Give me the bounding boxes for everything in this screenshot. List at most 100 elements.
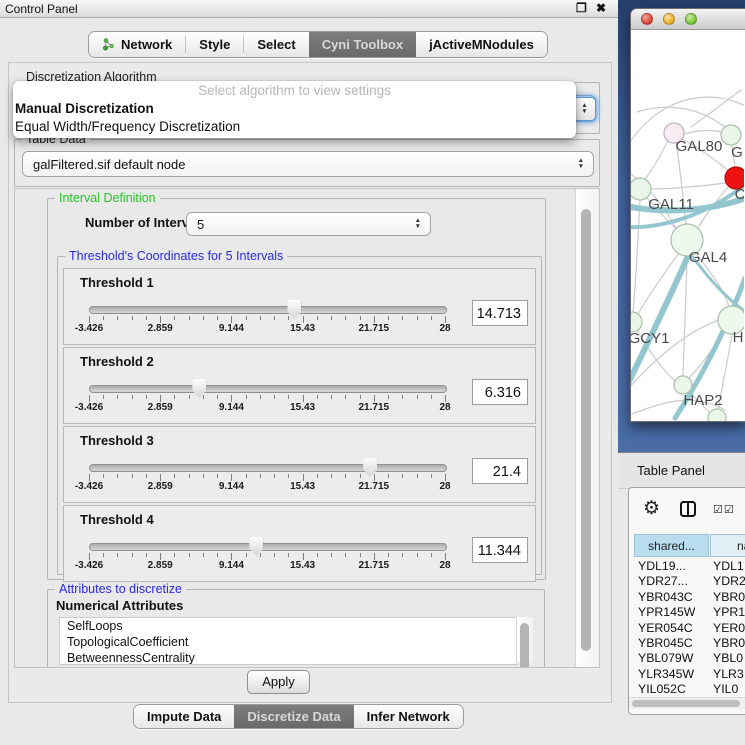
threshold-value-field[interactable]: 6.316: [472, 379, 528, 405]
tick-label: 21.715: [359, 560, 390, 571]
mac-close-icon[interactable]: [641, 13, 653, 25]
cell-name[interactable]: YPR1: [713, 605, 745, 619]
network-window-titlebar[interactable]: [631, 9, 745, 30]
network-node-label: C: [735, 186, 744, 203]
table-row[interactable]: YPR145W YPR1: [629, 605, 745, 620]
tab-discretize-data[interactable]: Discretize Data: [234, 705, 353, 728]
table-row[interactable]: YBR045C YBR0: [629, 636, 745, 651]
tab-infer-network[interactable]: Infer Network: [354, 705, 463, 728]
cell-shared-name[interactable]: YDL19...: [638, 559, 686, 573]
table-row[interactable]: YER054C YER0: [629, 621, 745, 636]
table-row[interactable]: YDR27... YDR2: [629, 574, 745, 589]
algorithm-combobox-stepper-icon[interactable]: ▲ ▼: [573, 97, 596, 121]
settings-scrollbar-thumb[interactable]: [581, 209, 591, 651]
slider-track[interactable]: [89, 306, 447, 314]
column-header-shared[interactable]: shared...: [634, 534, 709, 557]
dropdown-option-equal-width-frequency[interactable]: Equal Width/Frequency Discretization: [13, 118, 576, 136]
network-node-gcy1[interactable]: [631, 312, 642, 332]
cell-name[interactable]: YBR0: [713, 590, 745, 604]
threshold-label: Threshold 3: [80, 433, 154, 448]
cell-shared-name[interactable]: YBR045C: [638, 636, 693, 650]
tick-mark: [345, 474, 346, 478]
mac-minimize-icon[interactable]: [663, 13, 675, 25]
slider-track[interactable]: [89, 385, 447, 393]
tab-label: Impute Data: [147, 709, 221, 724]
tick-mark: [160, 316, 161, 323]
slider-track[interactable]: [89, 464, 447, 472]
dropdown-option-manual-discretization[interactable]: Manual Discretization: [13, 100, 576, 118]
slider-thumb[interactable]: [363, 458, 377, 477]
tab-style[interactable]: Style: [186, 32, 243, 57]
float-window-icon[interactable]: ❐: [576, 1, 587, 15]
cell-shared-name[interactable]: YLR345W: [638, 667, 694, 681]
cell-name[interactable]: YBL0: [713, 651, 743, 665]
attribute-item-selfloops[interactable]: SelfLoops: [60, 618, 517, 634]
cell-name[interactable]: YER0: [713, 621, 745, 635]
table-row[interactable]: YLR345W YLR3: [629, 667, 745, 682]
table-data-combobox[interactable]: galFiltered.sif default node ▲▼: [22, 151, 594, 177]
gear-icon[interactable]: ⚙: [643, 497, 660, 520]
table-row[interactable]: YDL19... YDL1: [629, 559, 745, 574]
slider-thumb[interactable]: [287, 300, 301, 319]
tick-mark: [417, 395, 418, 399]
table-hscrollbar[interactable]: [629, 697, 745, 709]
slider-thumb[interactable]: [192, 379, 206, 398]
tick-mark: [388, 395, 389, 399]
apply-button[interactable]: Apply: [247, 670, 310, 694]
table-row[interactable]: YBR043C YBR0: [629, 590, 745, 605]
attributes-list-scrollbar[interactable]: [516, 617, 533, 663]
cell-shared-name[interactable]: YIL052C: [638, 682, 686, 696]
interval-definition-title: Interval Definition: [55, 191, 160, 205]
cell-name[interactable]: YDL1: [713, 559, 744, 573]
split-column-icon[interactable]: [679, 500, 697, 523]
close-panel-icon[interactable]: ✖: [596, 1, 606, 15]
attributes-list-scrollbar-thumb[interactable]: [520, 623, 529, 668]
threshold-value-field[interactable]: 21.4: [472, 458, 528, 484]
tab-network[interactable]: Network: [89, 32, 185, 57]
network-node-g-[interactable]: [721, 125, 741, 145]
cell-shared-name[interactable]: YDR27...: [638, 574, 688, 588]
cell-name[interactable]: YIL0: [713, 682, 738, 696]
cell-name[interactable]: YDR2: [713, 574, 745, 588]
number-of-intervals-stepper-icon[interactable]: ▲▼: [415, 218, 421, 230]
tick-mark: [160, 395, 161, 402]
slider-thumb[interactable]: [249, 537, 263, 556]
table-row[interactable]: YBL079W YBL0: [629, 651, 745, 666]
table-panel-titlebar: Table Panel: [618, 452, 745, 489]
cell-name[interactable]: YLR3: [713, 667, 744, 681]
table-hscrollbar-thumb[interactable]: [632, 700, 740, 707]
attribute-item-topologicalcoefficient[interactable]: TopologicalCoefficient: [60, 634, 517, 650]
attribute-item-betweennesscentrality[interactable]: BetweennessCentrality: [60, 650, 517, 665]
numerical-attributes-list[interactable]: SelfLoopsTopologicalCoefficientBetweenne…: [59, 617, 518, 665]
tab-impute-data[interactable]: Impute Data: [134, 705, 234, 728]
tab-jactivemnodules[interactable]: jActiveMNodules: [416, 32, 547, 57]
threshold-panel-threshold-3: Threshold 3-3.4262.8599.14415.4321.71528…: [63, 426, 536, 503]
tick-mark: [303, 316, 304, 323]
cell-name[interactable]: YBR0: [713, 636, 745, 650]
number-of-intervals-combobox[interactable]: 5 ▲▼: [186, 212, 431, 236]
attributes-group-title: Attributes to discretize: [55, 582, 186, 596]
threshold-value-field[interactable]: 11.344: [472, 537, 528, 563]
settings-scrollbar[interactable]: [575, 189, 600, 667]
mac-zoom-icon[interactable]: [685, 13, 697, 25]
tick-mark: [203, 474, 204, 478]
table-rows[interactable]: YDL19...YDL1YDR27...YDR2YBR043CYBR0YPR14…: [629, 559, 745, 697]
tick-mark: [132, 316, 133, 320]
tab-cyni-toolbox[interactable]: Cyni Toolbox: [309, 32, 416, 57]
slider-track[interactable]: [89, 543, 447, 551]
tick-label: 2.859: [148, 481, 173, 492]
tick-mark: [417, 316, 418, 320]
network-node[interactable]: [708, 409, 726, 421]
cell-shared-name[interactable]: YPR145W: [638, 605, 695, 619]
tab-select[interactable]: Select: [244, 32, 308, 57]
cell-shared-name[interactable]: YBL079W: [638, 651, 693, 665]
threshold-value-field[interactable]: 14.713: [472, 300, 528, 326]
cell-shared-name[interactable]: YER054C: [638, 621, 693, 635]
table-row[interactable]: YIL052C YIL0: [629, 682, 745, 697]
cell-shared-name[interactable]: YBR043C: [638, 590, 693, 604]
table-data-stepper-icon[interactable]: ▲▼: [578, 158, 584, 170]
column-header-name[interactable]: na: [710, 534, 745, 557]
network-canvas[interactable]: GAL80G.CGAL11GAL4GCY1HHAP2: [631, 30, 744, 421]
checkbox-columns-icon[interactable]: ☑☑: [713, 503, 735, 516]
tick-mark: [388, 316, 389, 320]
